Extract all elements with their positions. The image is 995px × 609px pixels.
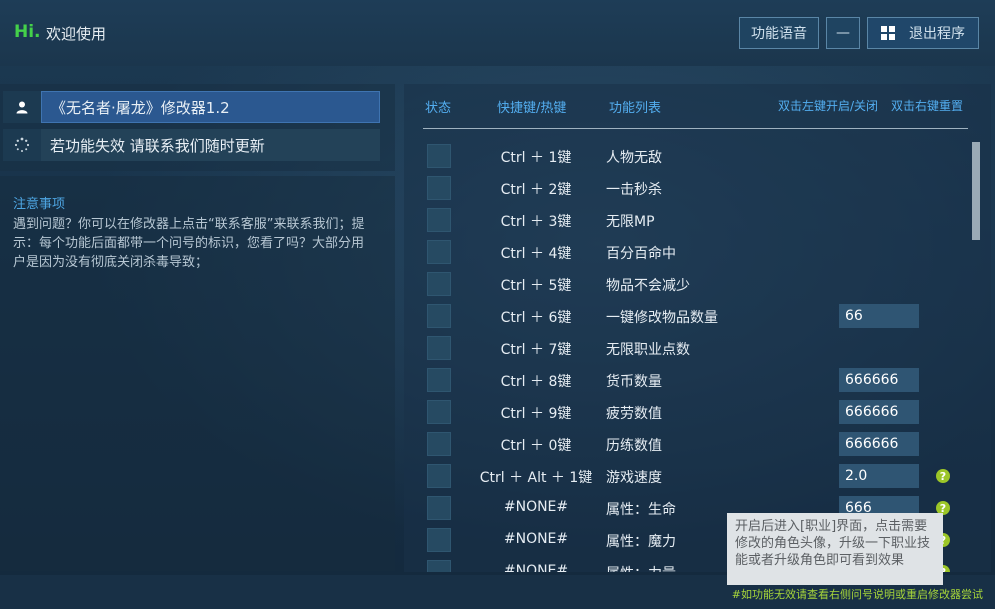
user-icon (3, 91, 41, 123)
function-label: 百分百命中 (606, 246, 676, 262)
welcome-text: 欢迎使用 (46, 25, 107, 43)
notes-title: 注意事项 (13, 197, 66, 212)
spinner-icon (3, 129, 41, 161)
header-hotkey: 快捷键/热键 (497, 101, 567, 116)
status-toggle[interactable] (427, 560, 451, 572)
voice-button[interactable]: 功能语音 (739, 17, 819, 49)
status-toggle[interactable] (427, 464, 451, 488)
table-row[interactable]: Ctrl ＋ 9键 疲劳数值 666666 (404, 396, 991, 428)
status-toggle[interactable] (427, 176, 451, 200)
table-row[interactable]: Ctrl ＋ Alt ＋ 1键 游戏速度 2.0? (404, 460, 991, 492)
value-input[interactable]: 666666 (839, 368, 919, 392)
exit-button-label: 退出程序 (909, 26, 965, 42)
value-input[interactable]: 666666 (839, 400, 919, 424)
status-toggle[interactable] (427, 304, 451, 328)
sidebar-item-update[interactable]: 若功能失效 请联系我们随时更新 (3, 129, 380, 161)
footer-note: #如功能无效请查看右侧问号说明或重启修改器尝试 (731, 588, 983, 601)
status-toggle[interactable] (427, 496, 451, 520)
hotkey-label: #NONE# (503, 531, 569, 547)
hotkey-label: Ctrl ＋ 4键 (500, 246, 572, 262)
exit-button[interactable]: 退出程序 (867, 17, 979, 49)
status-toggle[interactable] (427, 368, 451, 392)
table-row[interactable]: Ctrl ＋ 6键 一键修改物品数量 66 (404, 300, 991, 332)
function-panel: 状态 快捷键/热键 功能列表 双击左键开启/关闭 双击右键重置 Ctrl ＋ 1… (404, 84, 991, 572)
status-toggle[interactable] (427, 432, 451, 456)
function-label: 无限职业点数 (606, 342, 690, 358)
function-label: 货币数量 (606, 374, 662, 390)
function-list: Ctrl ＋ 1键 人物无敌 Ctrl ＋ 2键 一击秒杀 Ctrl ＋ 3键 无限MP C… (404, 140, 991, 572)
status-toggle[interactable] (427, 528, 451, 552)
sidebar-item-trainer[interactable]: 《无名者·屠龙》修改器1.2 (3, 91, 380, 123)
hotkey-label: Ctrl ＋ 9键 (500, 406, 572, 422)
table-row[interactable]: Ctrl ＋ 5键 物品不会减少 (404, 268, 991, 300)
hotkey-label: Ctrl ＋ 7键 (500, 342, 572, 358)
function-label: 疲劳数值 (606, 406, 662, 422)
status-toggle[interactable] (427, 240, 451, 264)
header-divider (423, 128, 968, 129)
value-input[interactable]: 666666 (839, 432, 919, 456)
table-row[interactable]: Ctrl ＋ 7键 无限职业点数 (404, 332, 991, 364)
minimize-button[interactable]: — (826, 17, 860, 49)
help-icon[interactable]: ? (936, 469, 950, 483)
function-label: 历练数值 (606, 438, 662, 454)
hotkey-label: Ctrl ＋ 8键 (500, 374, 572, 390)
status-toggle[interactable] (427, 144, 451, 168)
sidebar-menu: 《无名者·屠龙》修改器1.2 若功能失效 请联系我们随时更新 (0, 84, 395, 171)
hotkey-label: Ctrl ＋ Alt ＋ 1键 (479, 470, 593, 486)
function-label: 属性：生命 (606, 502, 676, 518)
table-row[interactable]: Ctrl ＋ 0键 历练数值 666666 (404, 428, 991, 460)
function-label: 一击秒杀 (606, 182, 662, 198)
hotkey-label: #NONE# (503, 499, 569, 515)
value-input[interactable]: 2.0 (839, 464, 919, 488)
function-label: 游戏速度 (606, 470, 662, 486)
sidebar-item-label: 《无名者·屠龙》修改器1.2 (41, 91, 380, 123)
trainer-window: Hi. 欢迎使用 功能语音 — 退出程序 《无名者·屠龙》修改器1.2 若功能失… (0, 0, 995, 609)
status-toggle[interactable] (427, 336, 451, 360)
table-row[interactable]: Ctrl ＋ 8键 货币数量 666666 (404, 364, 991, 396)
hint-left-click: 双击左键开启/关闭 (778, 99, 879, 113)
notes-text: 遇到问题？你可以在修改器上点击“联系客服”来联系我们；提示：每个功能后面都带一个… (13, 217, 365, 270)
hotkey-label: Ctrl ＋ 2键 (500, 182, 572, 198)
hotkey-label: Ctrl ＋ 0键 (500, 438, 572, 454)
value-input[interactable]: 66 (839, 304, 919, 328)
table-row[interactable]: Ctrl ＋ 3键 无限MP (404, 204, 991, 236)
hotkey-label: #NONE# (503, 563, 569, 572)
function-label: 属性：魔力 (606, 534, 676, 550)
function-label: 无限MP (606, 214, 655, 230)
hotkey-label: Ctrl ＋ 1键 (500, 150, 572, 166)
header-status: 状态 (425, 101, 452, 116)
function-label: 人物无敌 (606, 150, 662, 166)
hotkey-label: Ctrl ＋ 6键 (500, 310, 572, 326)
logo: Hi. (14, 22, 41, 42)
status-toggle[interactable] (427, 272, 451, 296)
notes-panel: 注意事项 遇到问题？你可以在修改器上点击“联系客服”来联系我们；提示：每个功能后… (0, 176, 395, 571)
status-toggle[interactable] (427, 208, 451, 232)
table-row[interactable]: Ctrl ＋ 1键 人物无敌 (404, 140, 991, 172)
sidebar-item-label: 若功能失效 请联系我们随时更新 (41, 129, 380, 161)
hotkey-label: Ctrl ＋ 3键 (500, 214, 572, 230)
function-label: 属性：力量 (606, 563, 676, 572)
hotkey-label: Ctrl ＋ 5键 (500, 278, 572, 294)
scrollbar-thumb[interactable] (972, 142, 980, 240)
table-row[interactable]: Ctrl ＋ 4键 百分百命中 (404, 236, 991, 268)
function-label: 一键修改物品数量 (606, 310, 718, 326)
function-label: 物品不会减少 (606, 278, 690, 294)
help-tooltip: 开启后进入[职业]界面，点击需要修改的角色头像，升级一下职业技能或者升级角色即可… (727, 513, 943, 585)
hint-right-click: 双击右键重置 (891, 99, 964, 113)
table-row[interactable]: Ctrl ＋ 2键 一击秒杀 (404, 172, 991, 204)
header-function: 功能列表 (609, 101, 662, 116)
header-bar: Hi. 欢迎使用 功能语音 — 退出程序 (0, 0, 995, 66)
status-toggle[interactable] (427, 400, 451, 424)
windows-icon (881, 26, 895, 40)
